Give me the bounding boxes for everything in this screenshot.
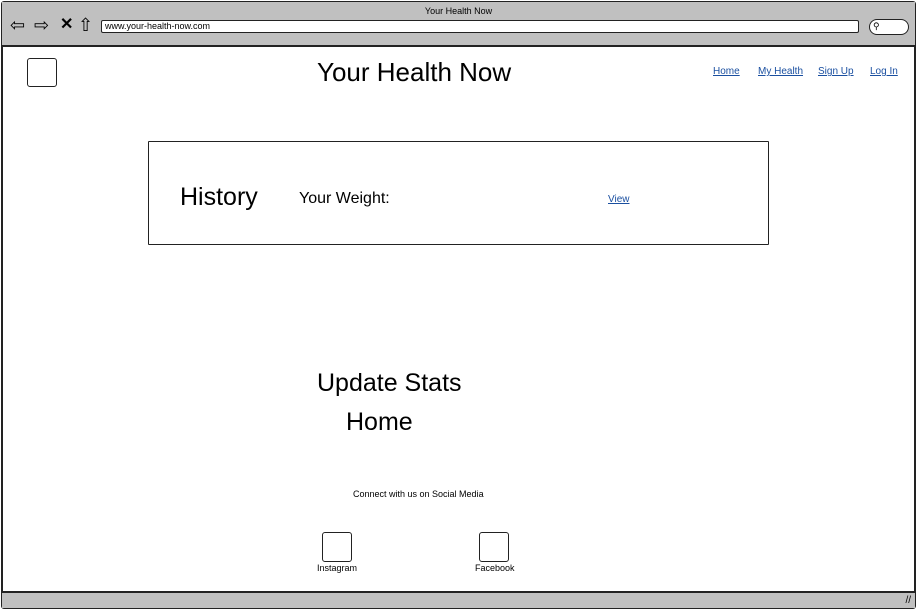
social-text: Connect with us on Social Media [353, 489, 484, 499]
update-stats-link[interactable]: Update Stats [317, 369, 462, 398]
weight-label: Your Weight: [299, 190, 390, 207]
browser-toolbar: Your Health Now ⇦ ⇨ ✕ ⇧ www.your-health-… [2, 2, 915, 47]
resize-grip-icon[interactable]: // [905, 595, 911, 606]
home-icon[interactable]: ⇧ [78, 16, 93, 34]
search-icon: ⚲ [873, 21, 880, 31]
instagram-label[interactable]: Instagram [317, 563, 357, 573]
search-input[interactable]: ⚲ [869, 19, 909, 35]
site-title: Your Health Now [317, 57, 512, 87]
nav-home[interactable]: Home [713, 66, 740, 77]
instagram-icon[interactable] [322, 532, 352, 562]
history-title: History [180, 183, 258, 211]
back-icon[interactable]: ⇦ [10, 16, 25, 34]
close-icon[interactable]: ✕ [60, 16, 73, 34]
facebook-label[interactable]: Facebook [475, 563, 515, 573]
forward-icon[interactable]: ⇨ [34, 16, 49, 34]
home-link[interactable]: Home [346, 408, 413, 437]
nav-my-health[interactable]: My Health [758, 66, 803, 77]
url-input[interactable]: www.your-health-now.com [101, 20, 859, 33]
status-bar: // [2, 591, 915, 608]
window-title: Your Health Now [424, 6, 493, 16]
nav-sign-up[interactable]: Sign Up [818, 66, 854, 77]
nav-log-in[interactable]: Log In [870, 66, 898, 77]
logo-placeholder [27, 58, 57, 87]
browser-window [1, 1, 916, 609]
view-link[interactable]: View [608, 194, 630, 205]
facebook-icon[interactable] [479, 532, 509, 562]
